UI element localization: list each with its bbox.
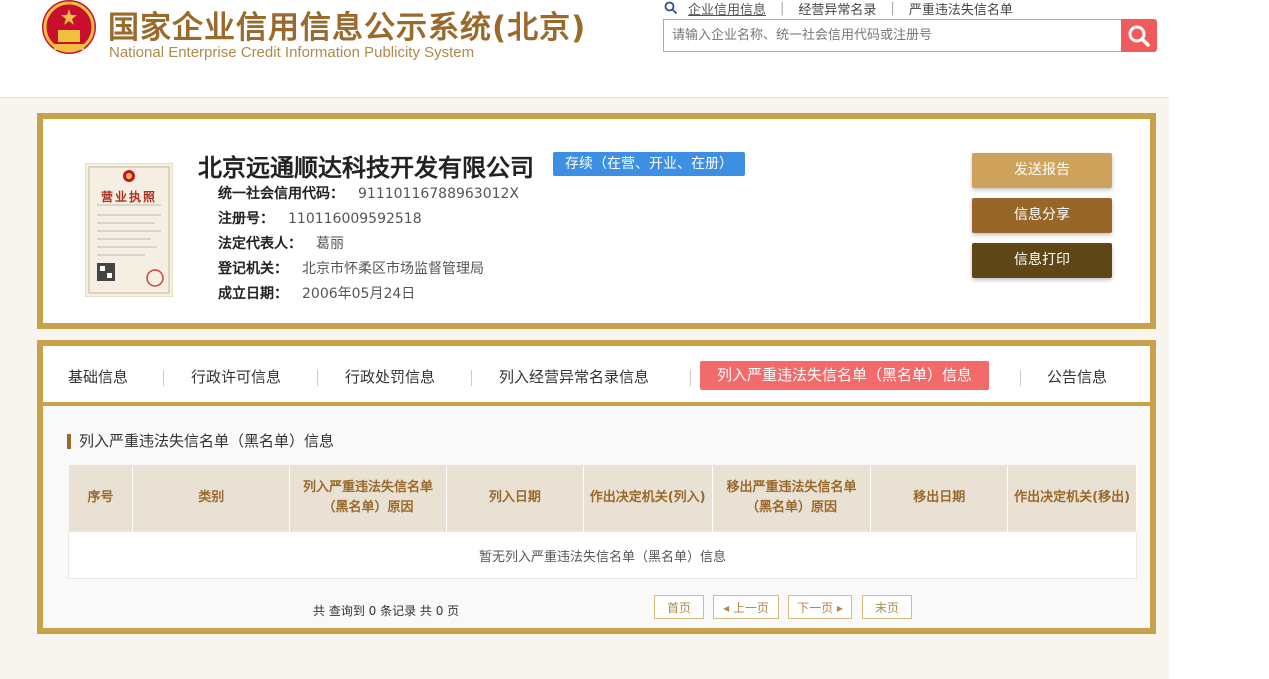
tab-admin-license[interactable]: 行政许可信息 [191, 366, 281, 387]
col-header: 列入严重违法失信名单（黑名单）原因 [289, 465, 447, 532]
company-name: 北京远通顺达科技开发有限公司 [198, 154, 534, 182]
business-license-image[interactable]: 营业执照 [84, 162, 174, 298]
info-value: 2006年05月24日 [302, 286, 416, 302]
print-info-button[interactable]: 信息打印 [972, 243, 1112, 278]
right-margin [1169, 97, 1269, 679]
search-box [663, 19, 1121, 52]
section-title: 列入严重违法失信名单（黑名单）信息 [67, 434, 334, 449]
search-button[interactable] [1121, 19, 1157, 52]
info-label: 成立日期： [218, 286, 288, 302]
tab-divider [317, 370, 318, 386]
status-badge: 存续（在营、开业、在册） [553, 152, 745, 176]
tab-blacklist[interactable]: 列入严重违法失信名单（黑名单）信息 [700, 361, 990, 390]
info-label: 法定代表人： [218, 236, 302, 252]
col-header: 移出日期 [870, 465, 1009, 532]
share-info-button[interactable]: 信息分享 [972, 198, 1112, 233]
chevron-left-icon: ◂ [723, 601, 733, 615]
search-input[interactable] [664, 20, 1120, 51]
license-caption: 营业执照 [100, 190, 157, 204]
send-report-button[interactable]: 发送报告 [972, 153, 1112, 188]
last-page-button[interactable]: 末页 [862, 595, 912, 619]
detail-panel: 基础信息 行政许可信息 行政处罚信息 列入经营异常名录信息 列入严重违法失信名单… [37, 340, 1156, 634]
col-header: 作出决定机关(列入) [583, 465, 713, 532]
search-tab-credit[interactable]: 企业信用信息 [688, 0, 766, 18]
search-icon [1128, 25, 1150, 47]
national-emblem-logo [42, 0, 96, 54]
col-header: 序号 [68, 465, 134, 532]
next-page-label: 下一页 [797, 601, 834, 615]
info-row-reg-no: 注册号： 110116009592518 [218, 208, 422, 228]
info-value: 北京市怀柔区市场监督管理局 [302, 261, 484, 277]
info-row-credit-code: 统一社会信用代码： 91110116788963012X [218, 183, 519, 203]
tab-abnormal-list[interactable]: 列入经营异常名录信息 [499, 366, 649, 387]
tab-separator: | [780, 0, 785, 16]
col-header: 移出严重违法失信名单（黑名单）原因 [712, 465, 872, 532]
search-tab-abnormal[interactable]: 经营异常名录 [798, 0, 876, 18]
tab-separator: | [890, 0, 895, 16]
col-header: 作出决定机关(移出) [1007, 465, 1137, 532]
info-value: 91110116788963012X [358, 186, 520, 202]
tab-divider [690, 370, 691, 386]
tab-divider [471, 370, 472, 386]
search-type-tabs: 企业信用信息 | 经营异常名录 | 严重违法失信名单 [664, 0, 1013, 18]
info-row-established: 成立日期： 2006年05月24日 [218, 283, 415, 303]
site-header: 国家企业信用信息公示系统(北京) National Enterprise Cre… [0, 0, 1269, 98]
prev-page-button[interactable]: ◂ 上一页 [713, 595, 779, 619]
site-title: 国家企业信用信息公示系统(北京) [108, 10, 587, 46]
info-row-legal-rep: 法定代表人： 葛丽 [218, 233, 344, 253]
search-tab-blacklist[interactable]: 严重违法失信名单 [909, 0, 1013, 18]
col-header: 列入日期 [446, 465, 584, 532]
info-value: 葛丽 [316, 236, 344, 252]
chevron-right-icon: ▸ [833, 601, 843, 615]
info-tabbar: 基础信息 行政许可信息 行政处罚信息 列入经营异常名录信息 列入严重违法失信名单… [43, 346, 1150, 406]
license-illustration [84, 162, 174, 298]
next-page-button[interactable]: 下一页 ▸ [788, 595, 852, 619]
site-title-en: National Enterprise Credit Information P… [109, 44, 475, 61]
empty-message: 暂无列入严重违法失信名单（黑名单）信息 [68, 531, 1137, 579]
search-small-icon [664, 1, 678, 15]
prev-page-label: 上一页 [732, 601, 769, 615]
info-value: 110116009592518 [288, 211, 422, 227]
pager-summary: 共 查询到 0 条记录 共 0 页 [313, 604, 460, 618]
company-card: 营业执照 北京远通顺达科技开发有限公司 存续（在营、开业、在册） 统一社会信用代… [37, 113, 1156, 329]
tab-divider [163, 370, 164, 386]
tab-admin-penalty[interactable]: 行政处罚信息 [345, 366, 435, 387]
tab-announcement[interactable]: 公告信息 [1047, 366, 1107, 387]
info-label: 统一社会信用代码： [218, 186, 344, 202]
blacklist-table: 序号 类别 列入严重违法失信名单（黑名单）原因 列入日期 作出决定机关(列入) … [68, 465, 1137, 579]
info-row-authority: 登记机关： 北京市怀柔区市场监督管理局 [218, 258, 484, 278]
info-label: 注册号： [218, 211, 274, 227]
col-header: 类别 [132, 465, 291, 532]
table-header-row: 序号 类别 列入严重违法失信名单（黑名单）原因 列入日期 作出决定机关(列入) … [68, 465, 1137, 532]
table-row: 暂无列入严重违法失信名单（黑名单）信息 [68, 531, 1137, 579]
first-page-button[interactable]: 首页 [654, 595, 704, 619]
tab-divider [1020, 370, 1021, 386]
info-label: 登记机关： [218, 261, 288, 277]
tab-basic-info[interactable]: 基础信息 [68, 366, 128, 387]
